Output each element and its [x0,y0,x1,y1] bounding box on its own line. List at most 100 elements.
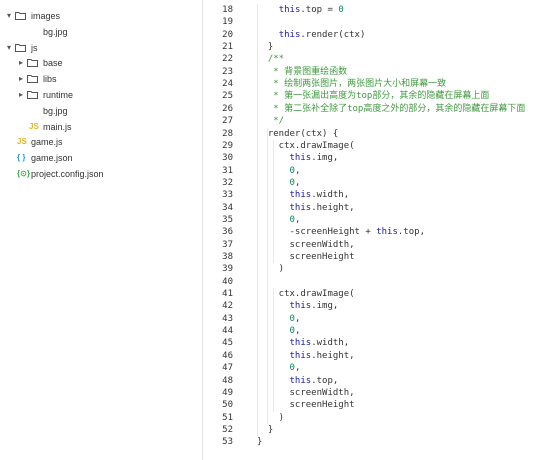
chevron-right-icon[interactable]: ▸ [17,71,25,87]
line-number: 34 [222,202,233,213]
code-line[interactable]: ctx.drawImage( [257,140,355,152]
line-number: 27 [222,116,233,127]
line-number: 50 [222,400,233,411]
code-line[interactable]: this.width, [257,337,350,349]
code-line[interactable]: this.img, [257,152,339,164]
indent-guide [273,288,274,412]
code-line[interactable]: this.top = 0 [257,4,344,16]
tree-item-label: game.json [31,153,73,164]
line-number: 32 [222,177,233,188]
chevron-down-icon[interactable]: ▾ [5,8,13,24]
tree-item-game-json[interactable]: { } game.json [0,150,202,166]
line-number: 40 [222,276,233,287]
chevron-right-icon[interactable]: ▸ [17,55,25,71]
js-file-icon: JS [17,137,27,147]
line-number: 21 [222,42,233,53]
code-area[interactable]: this.top = 0 this.render(ctx) } /** * 背景… [257,0,554,460]
folder-icon [27,74,38,84]
tree-item-label: bg.jpg [43,105,68,116]
line-number: 22 [222,54,233,65]
line-number: 31 [222,165,233,176]
line-number: 20 [222,29,233,40]
tree-item-label: project.config.json [31,169,104,179]
tree-item-label: main.js [43,121,72,132]
code-line[interactable]: this.height, [257,202,355,214]
tree-item-project-config-json[interactable]: {⊙} project.config.json [0,166,202,182]
line-number: 28 [222,128,233,139]
line-number: 49 [222,387,233,398]
line-number: 53 [222,437,233,448]
code-line[interactable]: -screenHeight + this.top, [257,226,426,238]
code-line[interactable]: render(ctx) { [257,128,338,140]
code-line[interactable]: } [257,41,273,53]
code-editor[interactable]: 18 19 20 21 22 23 24 25 26 27 28 29 30 31 32 33 34 35 36 37… [203,0,554,460]
code-line[interactable]: 0, [257,362,301,374]
code-line[interactable]: 0, [257,165,301,177]
tree-item-bg-jpg[interactable]: bg.jpg [0,103,202,119]
tree-item-base[interactable]: ▸ base [0,55,202,71]
tree-item-label: bg.jpg [43,26,68,37]
folder-icon [15,11,26,20]
folder-icon [27,90,38,99]
code-line[interactable]: /** [257,53,284,65]
code-line[interactable]: this.height, [257,350,355,362]
js-file-icon: JS [29,121,39,131]
code-line[interactable]: */ [257,115,284,127]
code-line[interactable]: * 第一张漏出高度为top部分，其余的隐藏在屏幕上面 [257,90,489,102]
code-line[interactable]: this.render(ctx) [257,29,366,41]
tree-item-bg-jpg[interactable]: bg.jpg [0,24,202,40]
code-line[interactable]: } [257,424,273,436]
code-line[interactable]: ) [257,263,284,275]
code-line[interactable]: ) [257,412,284,424]
line-number: 42 [222,301,233,312]
line-number: 26 [222,103,233,114]
line-number: 48 [222,375,233,386]
code-line[interactable]: screenWidth, [257,387,355,399]
code-line[interactable]: 0, [257,177,301,189]
code-line[interactable]: 0, [257,214,301,226]
tree-item-label: js [31,42,38,53]
code-line[interactable]: this.img, [257,300,339,312]
line-number: 47 [222,363,233,374]
code-line[interactable]: } [257,436,262,448]
tree-item-label: game.js [31,137,63,148]
json-file-icon: { } [17,153,26,163]
file-explorer: ▾ images bg.jpg ▾ js ▸ base ▸ libs ▸ runtime bg.jpg… [0,0,203,460]
code-line[interactable]: ctx.drawImage( [257,288,355,300]
line-number-gutter: 18 19 20 21 22 23 24 25 26 27 28 29 30 31 32 33 34 35 36 37… [203,0,233,460]
line-number: 41 [222,289,233,300]
tree-item-main-js[interactable]: JS main.js [0,119,202,135]
line-number: 39 [222,264,233,275]
line-number: 24 [222,79,233,90]
tree-item-runtime[interactable]: ▸ runtime [0,87,202,103]
tree-item-images[interactable]: ▾ images [0,8,202,24]
code-line[interactable]: * 背景图重绘函数 [257,66,347,78]
code-line[interactable]: screenWidth, [257,239,355,251]
code-line[interactable]: * 第二张补全除了top高度之外的部分，其余的隐藏在屏幕下面 [257,103,525,115]
tree-item-label: images [31,11,61,21]
tree-item-label: libs [43,74,57,85]
tree-item-label: runtime [43,90,74,100]
folder-icon [27,58,38,68]
tree-item-libs[interactable]: ▸ libs [0,71,202,87]
tree-item-label: base [43,58,63,69]
code-line[interactable]: 0, [257,325,301,337]
line-number: 35 [222,214,233,225]
tree-item-game-js[interactable]: JS game.js [0,134,202,150]
line-number: 46 [222,350,233,361]
line-number: 36 [222,227,233,238]
code-line[interactable]: 0, [257,313,301,325]
indent-guide [273,139,274,264]
code-line[interactable]: this.top, [257,375,339,387]
code-line[interactable]: screenHeight [257,399,355,411]
tree-item-js[interactable]: ▾ js [0,40,202,56]
code-line[interactable]: * 绘制两张图片，两张图片大小和屏幕一致 [257,78,446,90]
indent-guide [257,4,258,437]
line-number: 30 [222,153,233,164]
line-number: 23 [222,66,233,77]
chevron-down-icon[interactable]: ▾ [5,40,13,56]
code-line[interactable]: screenHeight [257,251,355,263]
code-line[interactable]: this.width, [257,189,350,201]
line-number: 44 [222,326,233,337]
chevron-right-icon[interactable]: ▸ [17,87,25,103]
